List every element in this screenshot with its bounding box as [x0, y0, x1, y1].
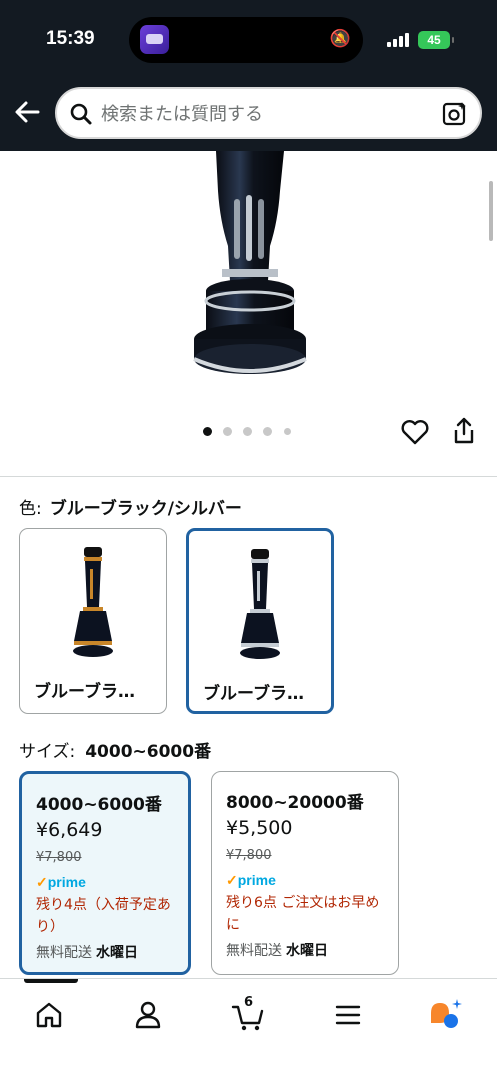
size-option-stock: 残り6点 ご注文はお早めに: [226, 895, 380, 933]
prime-badge: ✓prime: [36, 874, 86, 891]
hamburger-menu-icon: [335, 1005, 361, 1025]
size-option-shipping: 無料配送 水曜日: [36, 942, 138, 962]
color-option-1[interactable]: ブルーブラ…: [19, 528, 167, 714]
size-option-list-price: ¥7,800: [36, 850, 82, 865]
size-option-shipping: 無料配送 水曜日: [226, 940, 328, 960]
prime-badge: ✓prime: [226, 872, 276, 889]
search-bar[interactable]: [55, 87, 482, 139]
nav-menu[interactable]: [328, 995, 368, 1035]
product-image-gallery[interactable]: [0, 151, 497, 476]
search-icon: [70, 103, 92, 125]
app-activity-icon: [140, 25, 169, 54]
size-option-name: 4000~6000番: [36, 795, 162, 815]
pagination-dot-3[interactable]: [243, 427, 252, 436]
arrow-left-icon: [15, 101, 40, 123]
search-input[interactable]: [101, 99, 431, 129]
delivery-day: 水曜日: [286, 943, 328, 959]
pagination-dot-2[interactable]: [223, 427, 232, 436]
color-label-text: 色:: [19, 499, 42, 519]
product-image: [193, 151, 307, 374]
delivery-day: 水曜日: [96, 945, 138, 961]
size-option-2[interactable]: 8000~20000番 ¥5,500 ¥7,800 ✓prime 残り6点 ご注…: [211, 771, 399, 975]
color-option-label: ブルーブラ…: [34, 682, 135, 702]
signal-strength-icon: [387, 33, 411, 47]
nav-rufus-assistant[interactable]: [425, 995, 465, 1035]
color-option-label: ブルーブラ…: [203, 684, 304, 704]
prime-badge-text: prime: [237, 872, 276, 888]
color-variation-label: 色: ブルーブラック/シルバー: [19, 494, 242, 519]
mute-bell-icon: 🔕: [329, 29, 351, 49]
camera-search-icon[interactable]: [442, 101, 468, 127]
nav-cart[interactable]: 6: [228, 995, 268, 1035]
back-button[interactable]: [12, 96, 44, 128]
selected-size-value: 4000~6000番: [85, 742, 212, 762]
color-option-image: [240, 549, 280, 659]
size-option-price: ¥6,649: [36, 819, 103, 841]
size-option-price: ¥5,500: [226, 817, 293, 839]
size-label-text: サイズ:: [19, 742, 76, 762]
color-option-2[interactable]: ブルーブラ…: [186, 528, 334, 714]
prime-check-icon: ✓: [36, 874, 48, 890]
section-divider: [0, 476, 497, 477]
size-option-1[interactable]: 4000~6000番 ¥6,649 ¥7,800 ✓prime 残り4点（入荷予…: [19, 771, 191, 975]
pagination-dot-4[interactable]: [263, 427, 272, 436]
shipping-label: 無料配送: [36, 945, 92, 961]
vertical-scrollbar[interactable]: [489, 181, 493, 241]
shipping-label: 無料配送: [226, 943, 282, 959]
nav-account[interactable]: [128, 995, 168, 1035]
size-option-list-price: ¥7,800: [226, 848, 272, 863]
status-bar: 15:39 🔕 45: [0, 0, 497, 78]
prime-check-icon: ✓: [226, 872, 238, 888]
user-icon: [135, 1001, 161, 1029]
prime-badge-text: prime: [47, 874, 86, 890]
status-time: 15:39: [46, 28, 95, 49]
size-variation-label: サイズ: 4000~6000番: [19, 737, 211, 762]
app-header: [0, 78, 497, 151]
active-tab-indicator: [24, 979, 78, 983]
size-option-stock: 残り4点（入荷予定あり）: [36, 897, 171, 935]
dynamic-island: 🔕: [129, 17, 363, 63]
home-icon: [36, 1002, 62, 1028]
color-option-image: [73, 547, 113, 657]
selected-color-value: ブルーブラック/シルバー: [49, 499, 242, 519]
size-option-name: 8000~20000番: [226, 793, 364, 813]
ai-assistant-icon: [431, 999, 462, 1028]
share-icon[interactable]: [452, 417, 476, 445]
pagination-dot-1[interactable]: [203, 427, 212, 436]
nav-home[interactable]: [29, 995, 69, 1035]
bottom-navigation: 6: [0, 978, 497, 1080]
heart-icon[interactable]: [401, 419, 429, 445]
battery-icon: 45: [418, 31, 454, 49]
cart-count-badge: 6: [244, 995, 254, 1010]
pagination-dot-5[interactable]: [284, 428, 291, 435]
